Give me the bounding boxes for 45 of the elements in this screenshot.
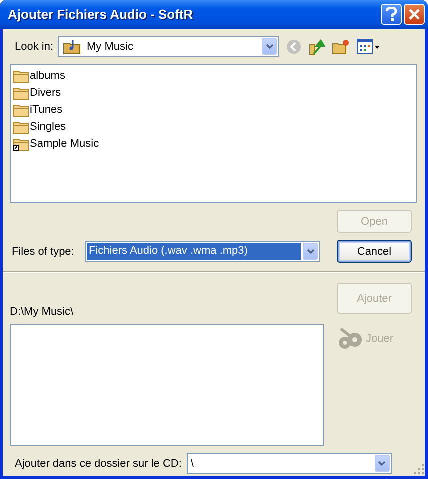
- folder-item[interactable]: albums: [13, 67, 414, 84]
- new-folder-button[interactable]: [332, 38, 350, 54]
- chevron-down-icon: [306, 249, 314, 254]
- folder-icon: [13, 136, 29, 150]
- folder-name: albums: [30, 70, 66, 82]
- folder-icon: [13, 86, 29, 100]
- dropdown-arrow-button[interactable]: [303, 243, 318, 260]
- folder-name: iTunes: [30, 104, 63, 116]
- look-in-dropdown[interactable]: My Music: [58, 36, 279, 57]
- dropdown-arrow-button[interactable]: [262, 38, 277, 55]
- folder-icon: [13, 102, 29, 116]
- file-type-value: Fichiers Audio (.wav .wma .mp3): [87, 243, 301, 260]
- cd-folder-label: Ajouter dans ce dossier sur le CD:: [15, 458, 182, 470]
- selected-files-list[interactable]: [10, 324, 324, 446]
- film-reel-icon: [337, 327, 363, 351]
- music-folder-icon: [63, 38, 81, 54]
- files-of-type-label: Files of type:: [12, 246, 76, 258]
- folder-item[interactable]: Divers: [13, 84, 414, 101]
- folder-item[interactable]: Sample Music: [13, 135, 414, 152]
- file-type-dropdown[interactable]: Fichiers Audio (.wav .wma .mp3): [85, 241, 320, 262]
- cd-folder-value: \: [190, 458, 195, 470]
- file-list[interactable]: albums Divers iTunes Singles Sample Music: [10, 64, 417, 203]
- dropdown-arrow-button[interactable]: [374, 455, 390, 472]
- help-button[interactable]: [381, 4, 402, 25]
- close-icon: [408, 8, 421, 21]
- folder-name: Divers: [30, 86, 62, 98]
- help-icon: [385, 7, 398, 22]
- folder-name: Singles: [30, 120, 66, 132]
- folder-icon: [13, 120, 29, 134]
- cd-folder-dropdown[interactable]: \: [186, 453, 392, 474]
- look-in-value: My Music: [86, 40, 134, 52]
- chevron-down-icon: [266, 44, 274, 49]
- folder-item[interactable]: iTunes: [13, 101, 414, 118]
- cancel-button[interactable]: Cancel: [337, 240, 412, 263]
- path-label: D:\My Music\: [10, 306, 75, 319]
- folder-name: Sample Music: [30, 138, 100, 150]
- close-button[interactable]: [404, 4, 425, 25]
- view-menu-button[interactable]: [357, 38, 381, 54]
- look-in-label: Look in:: [15, 40, 55, 52]
- window-title: Ajouter Fichiers Audio - SoftR: [8, 7, 194, 22]
- folder-item[interactable]: Singles: [13, 118, 414, 135]
- folder-icon: [13, 68, 29, 82]
- resize-grip-icon[interactable]: [414, 464, 424, 474]
- chevron-down-icon: [378, 461, 386, 466]
- up-folder-button[interactable]: [309, 38, 325, 56]
